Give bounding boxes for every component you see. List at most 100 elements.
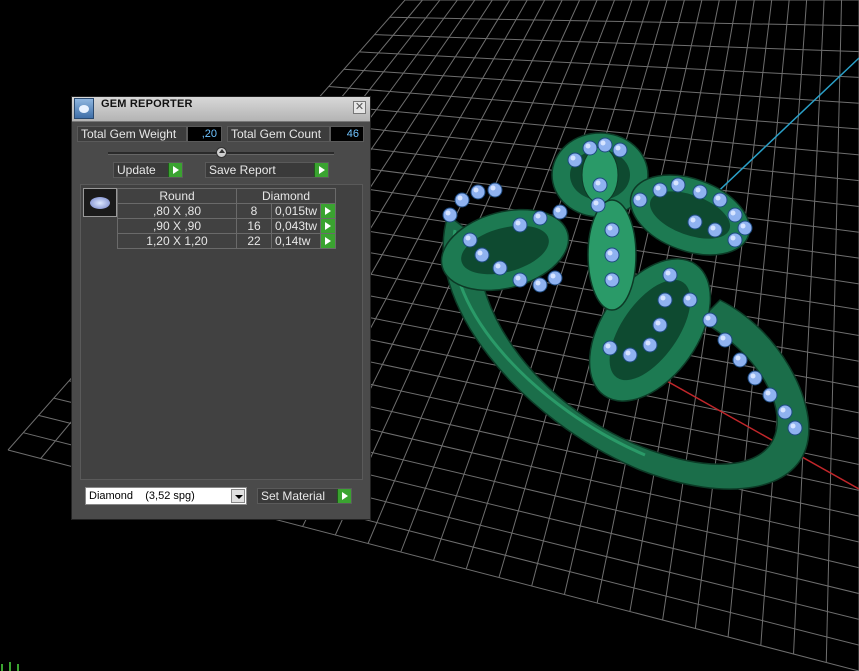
- gem-stone: [702, 312, 718, 328]
- gem-highlight: [790, 423, 796, 429]
- gem-stone: [777, 404, 793, 420]
- gem-stone: [652, 182, 668, 198]
- gem-stone: [470, 184, 486, 200]
- gem-highlight: [660, 295, 666, 301]
- gem-highlight: [673, 180, 679, 186]
- gem-highlight: [635, 195, 641, 201]
- gem-highlight: [515, 220, 521, 226]
- gem-highlight: [750, 373, 756, 379]
- play-arrow-icon[interactable]: [337, 489, 351, 503]
- title-bar[interactable]: GEM REPORTER ✕: [72, 97, 370, 122]
- gem-list-area[interactable]: Round Diamond ,80 X ,80 8 0,015tw ,90 X …: [80, 184, 363, 480]
- dropdown-arrow-icon[interactable]: [231, 489, 245, 503]
- gem-stone: [487, 182, 503, 198]
- gem-highlight: [605, 343, 611, 349]
- gem-stone: [737, 220, 753, 236]
- save-report-button[interactable]: Save Report: [205, 162, 329, 178]
- material-select[interactable]: Diamond (3,52 spg): [85, 487, 247, 505]
- gem-highlight: [535, 280, 541, 286]
- header-material: Diamond: [235, 188, 337, 204]
- table-header-row: Round Diamond: [117, 188, 337, 204]
- gem-weight: 0,015tw: [270, 203, 322, 219]
- gem-highlight: [607, 250, 613, 256]
- gem-highlight: [490, 185, 496, 191]
- gem-stone: [687, 214, 703, 230]
- gem-stone: [474, 247, 490, 263]
- gem-stone: [590, 197, 606, 213]
- gem-highlight: [457, 195, 463, 201]
- gem-stone: [642, 337, 658, 353]
- gem-highlight: [495, 263, 501, 269]
- close-icon[interactable]: ✕: [353, 101, 366, 114]
- gem-stone: [597, 137, 613, 153]
- gem-stone: [670, 177, 686, 193]
- gem-highlight: [607, 225, 613, 231]
- gem-highlight: [655, 185, 661, 191]
- gem-highlight: [593, 200, 599, 206]
- gem-stone: [632, 192, 648, 208]
- gem-stone: [532, 277, 548, 293]
- table-row[interactable]: 1,20 X 1,20 22 0,14tw: [117, 233, 337, 249]
- play-arrow-icon[interactable]: [320, 218, 337, 234]
- total-gem-count-label: Total Gem Count: [227, 126, 330, 142]
- gem-stone: [692, 184, 708, 200]
- gem-stone: [787, 420, 803, 436]
- play-arrow-icon[interactable]: [320, 203, 337, 219]
- total-gem-count-value: 46: [330, 126, 364, 142]
- set-material-button-label: Set Material: [261, 489, 326, 503]
- gem-highlight: [665, 270, 671, 276]
- play-arrow-icon[interactable]: [168, 163, 182, 177]
- gem-weight: 0,043tw: [270, 218, 322, 234]
- gem-stone: [602, 340, 618, 356]
- material-select-value: Diamond (3,52 spg): [89, 490, 195, 502]
- gem-highlight: [705, 315, 711, 321]
- play-arrow-icon[interactable]: [320, 233, 337, 249]
- table-row[interactable]: ,90 X ,90 16 0,043tw: [117, 218, 337, 234]
- collapse-toggle-icon[interactable]: [216, 147, 227, 158]
- gem-highlight: [515, 275, 521, 281]
- gem-stone: [727, 232, 743, 248]
- gem-size: 1,20 X 1,20: [117, 233, 237, 249]
- gem-stone: [492, 260, 508, 276]
- gem-stone: [547, 270, 563, 286]
- gem-highlight: [550, 273, 556, 279]
- gem-highlight: [585, 143, 591, 149]
- gem-stone: [712, 192, 728, 208]
- save-report-button-label: Save Report: [209, 163, 276, 177]
- gem-highlight: [710, 225, 716, 231]
- table-row[interactable]: ,80 X ,80 8 0,015tw: [117, 203, 337, 219]
- gem-size: ,80 X ,80: [117, 203, 237, 219]
- update-button[interactable]: Update: [113, 162, 183, 178]
- gem-count: 16: [236, 218, 272, 234]
- set-material-button[interactable]: Set Material: [257, 488, 352, 504]
- gem-stone: [612, 142, 628, 158]
- window-title: GEM REPORTER: [101, 98, 193, 110]
- gem-stone: [582, 140, 598, 156]
- gem-stone: [747, 370, 763, 386]
- gem-highlight: [645, 340, 651, 346]
- gem-stone: [604, 272, 620, 288]
- header-shape: Round: [117, 188, 237, 204]
- update-button-label: Update: [117, 163, 156, 177]
- gem-highlight: [780, 407, 786, 413]
- round-gem-icon[interactable]: [83, 188, 117, 217]
- gem-highlight: [607, 275, 613, 281]
- gem-stone: [462, 232, 478, 248]
- gem-highlight: [730, 210, 736, 216]
- play-arrow-icon[interactable]: [314, 163, 328, 177]
- gem-stone: [762, 387, 778, 403]
- gem-stone: [657, 292, 673, 308]
- gem-count: 22: [236, 233, 272, 249]
- gem-stone: [604, 247, 620, 263]
- gem-stone: [604, 222, 620, 238]
- gem-stone: [454, 192, 470, 208]
- gem-stone: [622, 347, 638, 363]
- gem-reporter-app-icon: [74, 98, 94, 119]
- gem-count: 8: [236, 203, 272, 219]
- gem-highlight: [740, 223, 746, 229]
- gem-highlight: [735, 355, 741, 361]
- gem-weight: 0,14tw: [270, 233, 322, 249]
- gem-stone: [682, 292, 698, 308]
- gem-stone: [732, 352, 748, 368]
- gem-table: Round Diamond ,80 X ,80 8 0,015tw ,90 X …: [117, 188, 337, 249]
